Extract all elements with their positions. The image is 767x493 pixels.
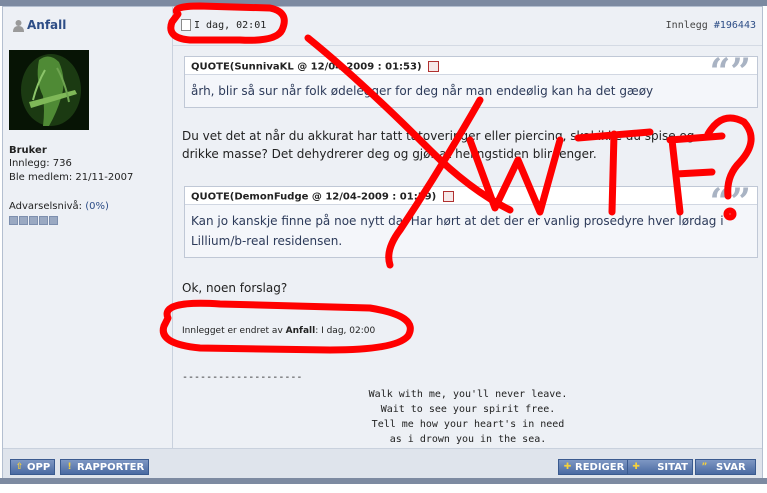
warn-level-boxes xyxy=(9,216,59,228)
report-button[interactable]: ! RAPPORTER xyxy=(60,459,150,475)
post-number: Innlegg #196443 xyxy=(666,20,756,31)
page-icon xyxy=(181,19,191,31)
edit-button-label: REDIGER xyxy=(575,461,625,473)
exclamation-icon: ! xyxy=(67,461,72,472)
report-button-label: RAPPORTER xyxy=(77,461,145,473)
edit-button[interactable]: ✚ REDIGER xyxy=(558,459,630,475)
plus-icon: ✚ xyxy=(563,461,572,472)
post-date: I dag, 02:01 xyxy=(181,19,266,31)
quote-body-2: Kan jo kanskje finne på noe nytt da. Har… xyxy=(185,205,757,257)
quote-header-1: QUOTE(SunnivaKL @ 12/04-2009 : 01:53) “” xyxy=(185,51,757,93)
plus-icon: ✚ xyxy=(632,461,640,472)
post-number-link[interactable]: #196443 xyxy=(714,20,756,31)
post-text-2: Ok, noen forslag? xyxy=(182,281,288,295)
reply-button-label: SVAR xyxy=(716,461,746,473)
signature-line: Tell me how your heart's in need xyxy=(371,419,565,430)
post-text-1-line2: drikke masse? Det dehydrerer deg og gjør… xyxy=(182,147,597,161)
username-text: Anfall xyxy=(27,18,67,32)
edited-prefix: Innlegget er endret av xyxy=(182,326,283,336)
quote-header-2: QUOTE(DemonFudge @ 12/04-2009 : 01:59) “… xyxy=(185,181,757,223)
quote-header-2-text: QUOTE(DemonFudge @ 12/04-2009 : 01:59) xyxy=(191,191,437,203)
bottom-border-bar xyxy=(0,478,767,493)
up-button-label: OPP xyxy=(27,461,51,473)
quote-body-2-line1: Kan jo kanskje finne på noe nytt da. Har… xyxy=(191,214,724,228)
warn-level-value[interactable]: (0%) xyxy=(85,201,109,212)
arrow-up-icon: ⇧ xyxy=(15,461,24,472)
edited-by: Anfall xyxy=(285,326,316,336)
edited-time: : I dag, 02:00 xyxy=(315,326,376,336)
reply-button[interactable]: ” SVAR xyxy=(695,459,756,475)
post-footer: ⇧ OPP ! RAPPORTER ✚ REDIGER ✚ SITAT ” SV… xyxy=(3,448,762,478)
post-date-text: I dag, 02:01 xyxy=(194,19,267,31)
quote-block-1: QUOTE(SunnivaKL @ 12/04-2009 : 01:53) “”… xyxy=(184,51,758,108)
post-text-1: Du vet det at når du akkurat har tatt ta… xyxy=(182,127,752,163)
post-text-1-line1: Du vet det at når du akkurat har tatt ta… xyxy=(182,129,695,143)
avatar xyxy=(9,50,89,130)
warn-level: Advarselsnivå: (0%) xyxy=(9,201,109,212)
quote-block-2: QUOTE(DemonFudge @ 12/04-2009 : 01:59) “… xyxy=(184,181,758,258)
post-frame: Anfall Bruker Innlegg: 736 Ble medlem: 2… xyxy=(2,6,763,478)
edited-note: Innlegget er endret av Anfall: I dag, 02… xyxy=(182,326,375,336)
up-button[interactable]: ⇧ OPP xyxy=(10,459,56,475)
user-column: Anfall Bruker Innlegg: 736 Ble medlem: 2… xyxy=(3,7,173,448)
quote-mark-icon: “” xyxy=(709,181,751,223)
report-quote-icon[interactable] xyxy=(428,61,439,72)
signature-separator: -------------------- xyxy=(182,372,303,383)
quote-mark-icon: “” xyxy=(709,51,751,93)
signature-line: Wait to see your spirit free. xyxy=(380,404,556,415)
quote-header-1-text: QUOTE(SunnivaKL @ 12/04-2009 : 01:53) xyxy=(191,61,422,73)
quote-button[interactable]: ✚ SITAT xyxy=(627,459,693,475)
quote-body-2-line2: Lillium/b-real residensen. xyxy=(191,234,343,248)
user-icon xyxy=(13,19,24,32)
post-number-label: Innlegg xyxy=(665,20,708,31)
quote-body-1: årh, blir så sur når folk ødelegger for … xyxy=(185,75,757,107)
quote-marks-icon: ” xyxy=(701,461,708,472)
quote-button-label: SITAT xyxy=(657,461,688,473)
warn-level-label: Advarselsnivå: xyxy=(9,201,83,212)
user-join-date: Ble medlem: 21/11-2007 xyxy=(9,172,134,183)
signature: Walk with me, you'll never leave. Wait t… xyxy=(313,387,623,447)
username-link[interactable]: Anfall xyxy=(13,18,66,32)
signature-line: as i drown you in the sea. xyxy=(389,434,547,445)
signature-line: Walk with me, you'll never leave. xyxy=(368,389,568,400)
user-rank: Bruker xyxy=(9,145,47,156)
user-post-count: Innlegg: 736 xyxy=(9,158,72,169)
report-quote-icon[interactable] xyxy=(442,191,454,202)
